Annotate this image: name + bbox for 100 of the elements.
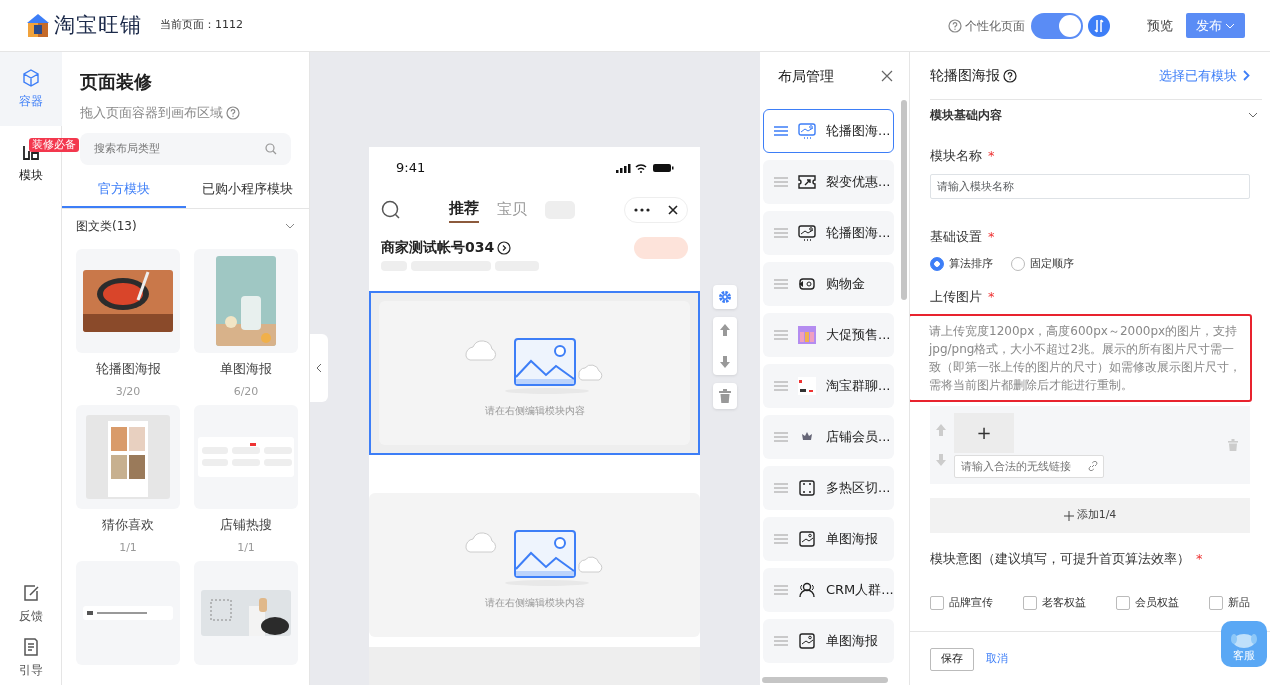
layout-item[interactable]: 单图海报	[763, 517, 894, 561]
module-thumbnail[interactable]	[194, 405, 298, 509]
up-arrow-icon[interactable]	[936, 424, 946, 436]
hint-text: 请上传宽度1200px，高度600px～2000px的图片，支持jpg/png格式，大小不超过2兆。展示的所有图片尺寸需一致（即第一张上传的图片的尺寸）如需修改展示图片尺寸，需将当前图片都删除后才能进行重制。	[910, 314, 1252, 402]
field-label: 模块名称	[930, 147, 982, 165]
preview-link[interactable]: 预览	[1146, 14, 1174, 37]
layout-item[interactable]: 单图海报	[763, 619, 894, 663]
layout-item-label: 多热区切...	[826, 479, 891, 498]
drag-handle-icon[interactable]	[774, 279, 788, 289]
drag-handle-icon[interactable]	[774, 177, 788, 187]
add-button[interactable]: 添加1/4	[930, 498, 1250, 533]
layout-item[interactable]: 轮播图海...	[763, 211, 894, 255]
up-arrow-icon[interactable]	[719, 323, 731, 337]
module-thumbnail[interactable]	[76, 249, 180, 353]
link-icon	[1088, 460, 1098, 471]
module-name: 轮播图海报	[94, 361, 162, 377]
image-icon	[798, 530, 816, 548]
layout-item[interactable]: 轮播图海...	[763, 109, 894, 153]
rail-tab[interactable]: 容器	[0, 52, 62, 126]
required-mark: *	[1196, 550, 1203, 568]
drag-handle-icon[interactable]	[774, 483, 788, 493]
radio-option[interactable]: 算法排序	[930, 256, 993, 273]
field-label: 基础设置	[930, 227, 982, 246]
placeholder-text: 请在右侧编辑模块内容	[484, 595, 585, 610]
save-button[interactable]: 保存	[930, 648, 974, 671]
layout-item[interactable]: 店铺会员...	[763, 415, 894, 459]
layout-item[interactable]: 淘宝群聊...	[763, 364, 894, 408]
search-icon	[265, 142, 277, 155]
layout-item[interactable]: 购物金	[763, 262, 894, 306]
checkbox-option[interactable]: 老客权益	[1023, 594, 1086, 611]
logo-text: 淘宝旺铺	[54, 11, 142, 39]
checkbox-option[interactable]: 品牌宣传	[930, 594, 993, 611]
module-thumbnail[interactable]	[194, 249, 298, 353]
panel-title: 布局管理	[778, 66, 834, 86]
chevron-icon[interactable]	[285, 223, 295, 229]
checkbox-option[interactable]: 新品	[1209, 594, 1250, 611]
layout-item-label: 大促预售...	[826, 326, 891, 345]
settings-icon	[718, 290, 732, 304]
choose-module-link[interactable]: 选择已有模块	[1159, 65, 1250, 86]
shop-name: 商家测试帐号034	[381, 238, 495, 257]
tab[interactable]: 已购小程序模块	[185, 170, 309, 208]
down-arrow-icon[interactable]	[719, 355, 731, 369]
chevron-icon[interactable]	[1248, 112, 1258, 118]
drag-handle-icon[interactable]	[774, 126, 788, 136]
layout-item-label: 裂变优惠...	[826, 173, 891, 192]
swap-icon[interactable]	[1088, 14, 1110, 37]
rail-button[interactable]: 反馈	[0, 577, 62, 631]
logo-icon	[25, 12, 51, 39]
search-icon[interactable]	[381, 200, 401, 220]
collapse-handle[interactable]	[310, 334, 328, 402]
close-icon[interactable]	[881, 70, 893, 82]
layout-item-label: 淘宝群聊...	[826, 377, 891, 396]
panel-title: 页面装修	[79, 70, 153, 94]
module-thumbnail[interactable]	[76, 405, 180, 509]
edit-icon	[21, 583, 41, 603]
layout-item-label: 单图海报	[826, 530, 878, 549]
field-label: 上传图片	[930, 287, 982, 306]
delete-button[interactable]	[713, 383, 737, 409]
scrollbar[interactable]	[901, 100, 907, 300]
carousel-icon	[798, 122, 816, 140]
drag-handle-icon[interactable]	[774, 636, 788, 646]
module-count: 1/1	[236, 541, 256, 555]
scrollbar[interactable]	[762, 677, 888, 683]
trash-icon	[719, 389, 731, 403]
coin-card-icon	[798, 275, 816, 293]
toggle-switch[interactable]	[1031, 12, 1083, 39]
drag-handle-icon[interactable]	[774, 330, 788, 340]
image-icon	[798, 632, 816, 650]
layout-item[interactable]: 裂变优惠...	[763, 160, 894, 204]
tab[interactable]: 推荐	[449, 196, 479, 224]
layout-item[interactable]: CRM人群...	[763, 568, 894, 612]
text-field[interactable]: 请输入模块名称	[930, 173, 1250, 199]
mascot-icon	[1231, 631, 1257, 648]
add-image-button[interactable]: +	[954, 412, 1014, 453]
drag-handle-icon[interactable]	[774, 432, 788, 442]
radio-option[interactable]: 固定顺序	[1011, 256, 1074, 273]
help-icon[interactable]	[1003, 68, 1017, 83]
tab[interactable]: 官方模块	[62, 170, 186, 208]
drag-handle-icon[interactable]	[774, 534, 788, 544]
checkbox-option[interactable]: 会员权益	[1116, 594, 1179, 611]
people-icon	[798, 581, 816, 599]
drag-handle-icon[interactable]	[774, 585, 788, 595]
down-arrow-icon[interactable]	[936, 454, 946, 466]
module-thumbnail[interactable]	[76, 561, 180, 665]
module-thumbnail[interactable]	[194, 561, 298, 665]
drag-handle-icon[interactable]	[774, 228, 788, 238]
settings-button[interactable]	[713, 285, 737, 309]
search-field[interactable]: 搜索布局类型	[80, 132, 291, 165]
cancel-link[interactable]: 取消	[986, 651, 1008, 668]
frame-icon	[798, 479, 816, 497]
link-field[interactable]: 请输入合法的无线链接	[954, 454, 1104, 478]
chevron-circle-icon[interactable]	[497, 240, 512, 255]
plus-icon	[1063, 510, 1074, 521]
layout-item[interactable]: 大促预售...	[763, 313, 894, 357]
trash-icon[interactable]	[1228, 439, 1238, 451]
layout-item[interactable]: 多热区切...	[763, 466, 894, 510]
module-name: 单图海报	[219, 361, 273, 377]
rail-button[interactable]: 引导	[0, 631, 62, 685]
drag-handle-icon[interactable]	[774, 381, 788, 391]
layout-item-label: 单图海报	[826, 632, 878, 651]
